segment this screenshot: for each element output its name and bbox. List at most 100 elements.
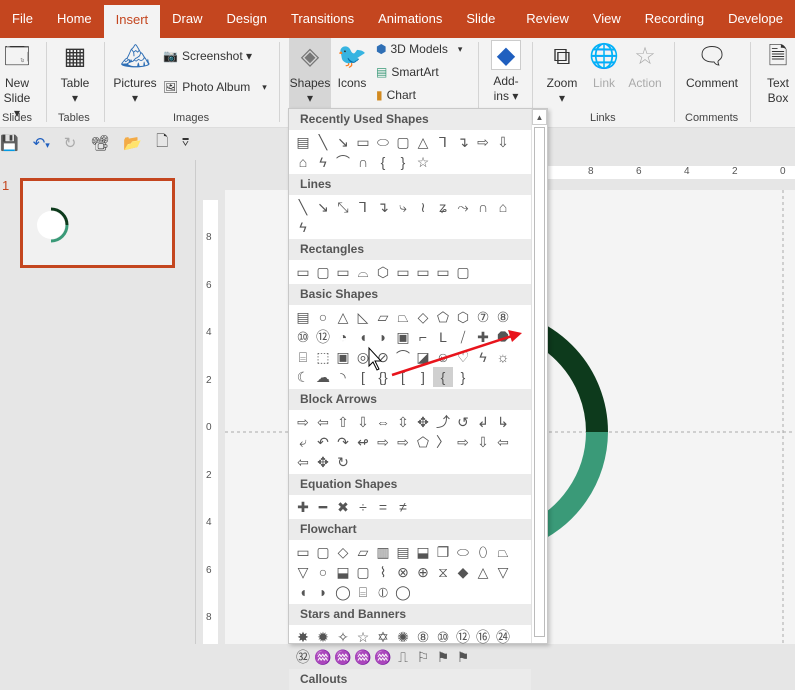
shape-icon[interactable]: ○ [313, 562, 333, 582]
shape-icon[interactable]: ⇳ [393, 412, 413, 432]
shape-icon[interactable]: ⤴ [433, 412, 453, 432]
shape-icon[interactable]: ♒ [313, 647, 333, 667]
shape-icon[interactable]: ⑯ [473, 627, 493, 647]
shape-icon[interactable]: ⏢ [493, 542, 513, 562]
shape-icon[interactable]: ⌇ [373, 562, 393, 582]
shape-icon[interactable]: { [373, 152, 393, 172]
shape-icon[interactable]: ☆ [353, 627, 373, 647]
shape-icon[interactable]: ▣ [333, 347, 353, 367]
shape-icon[interactable]: ☆ [413, 152, 433, 172]
shape-icon[interactable]: ✥ [413, 412, 433, 432]
shape-icon[interactable]: ⇩ [493, 132, 513, 152]
scroll-thumb[interactable] [534, 127, 545, 637]
shape-icon[interactable]: ↲ [473, 412, 493, 432]
shape-icon[interactable]: ╲ [293, 197, 313, 217]
shape-icon[interactable]: ✥ [313, 452, 333, 472]
shape-icon[interactable]: ⦶ [373, 582, 393, 602]
tab-design[interactable]: Design [215, 0, 279, 38]
shape-icon[interactable]: ◖ [353, 327, 373, 347]
shape-icon[interactable]: ⬭ [373, 132, 393, 152]
shape-icon[interactable]: ⑩ [433, 627, 453, 647]
shape-icon[interactable]: ϟ [313, 152, 333, 172]
comment-button[interactable]: 🗨 Comment [682, 42, 742, 91]
shape-icon[interactable]: ▢ [353, 562, 373, 582]
shape-icon[interactable]: ▭ [293, 262, 313, 282]
shape-icon[interactable]: ▽ [293, 562, 313, 582]
shape-icon[interactable]: ∩ [473, 197, 493, 217]
shape-icon[interactable]: ⇨ [373, 432, 393, 452]
shape-icon[interactable]: ⇔ [373, 412, 393, 432]
shape-icon[interactable]: ⤡ [333, 197, 353, 217]
shape-icon[interactable]: ↘ [313, 197, 333, 217]
shape-icon[interactable]: ⧸ [453, 327, 473, 347]
3d-models-button[interactable]: ⬢ 3D Models ▾ [376, 42, 462, 56]
shape-icon[interactable]: △ [333, 307, 353, 327]
shape-icon[interactable]: ◯ [333, 582, 353, 602]
shape-icon[interactable]: ☼ [493, 347, 513, 367]
shape-icon[interactable]: ▽ [493, 562, 513, 582]
shape-icon[interactable]: ⬡ [373, 262, 393, 282]
shape-icon[interactable]: ✹ [313, 627, 333, 647]
pictures-button[interactable]: 🏔 Pictures ▾ [112, 42, 158, 106]
shape-icon[interactable]: ⇨ [393, 432, 413, 452]
shape-icon[interactable]: ϟ [293, 217, 313, 237]
shape-icon[interactable]: ϟ [473, 347, 493, 367]
shape-icon[interactable]: ▢ [313, 262, 333, 282]
shape-icon[interactable]: ↻ [333, 452, 353, 472]
shape-icon[interactable]: } [393, 152, 413, 172]
shape-icon[interactable]: ◯ [393, 582, 413, 602]
shape-icon[interactable]: ⅂ [433, 132, 453, 152]
shape-icon[interactable]: △ [473, 562, 493, 582]
shape-icon[interactable]: ▤ [393, 542, 413, 562]
shape-icon[interactable]: ◗ [373, 327, 393, 347]
shape-icon[interactable]: L [433, 327, 453, 347]
shape-icon[interactable]: ↫ [353, 432, 373, 452]
shape-icon[interactable]: ▣ [393, 327, 413, 347]
shape-icon[interactable]: ≀ [413, 197, 433, 217]
shape-icon[interactable]: ⤷ [393, 197, 413, 217]
shape-icon[interactable]: ▭ [293, 542, 313, 562]
shape-icon[interactable]: ÷ [353, 497, 373, 517]
shape-icon[interactable]: ◎ [353, 347, 373, 367]
table-button[interactable]: ▦ Table ▾ [56, 42, 94, 106]
shape-icon[interactable]: ✖ [333, 497, 353, 517]
shape-icon[interactable]: ⌂ [293, 152, 313, 172]
shape-icon[interactable]: ◺ [353, 307, 373, 327]
shape-icon[interactable]: ⬠ [433, 307, 453, 327]
shape-icon[interactable]: ⤳ [453, 197, 473, 217]
shape-icon[interactable]: ✚ [293, 497, 313, 517]
shape-icon[interactable]: ↺ [453, 412, 473, 432]
shape-icon[interactable]: ⯃ [493, 327, 513, 347]
shape-icon[interactable]: ▱ [353, 542, 373, 562]
shape-icon[interactable]: ⑩ [293, 327, 313, 347]
shape-icon[interactable]: ⅂ [353, 197, 373, 217]
shape-icon[interactable]: ▤ [293, 307, 313, 327]
shape-icon[interactable]: ⇨ [453, 432, 473, 452]
shape-icon[interactable]: ◇ [333, 542, 353, 562]
save-icon[interactable]: 💾 [0, 134, 19, 152]
shape-icon[interactable]: ⇧ [333, 412, 353, 432]
shape-icon[interactable]: ⇦ [493, 432, 513, 452]
shape-icon[interactable]: ◖ [293, 582, 313, 602]
shape-icon[interactable]: ▭ [413, 262, 433, 282]
link-button[interactable]: 🌐 Link [588, 42, 620, 91]
shape-icon[interactable]: ♡ [453, 347, 473, 367]
shape-icon[interactable]: ↘ [333, 132, 353, 152]
shape-icon[interactable]: ⑧ [493, 307, 513, 327]
shape-icon[interactable]: ⚑ [453, 647, 473, 667]
shape-icon[interactable]: ⊗ [393, 562, 413, 582]
shape-icon[interactable]: ↷ [333, 432, 353, 452]
shape-icon[interactable]: ] [413, 367, 433, 387]
new-slide-button[interactable]: 🗔 New Slide ▾ [0, 42, 34, 121]
shape-icon[interactable]: ⊕ [413, 562, 433, 582]
shape-icon[interactable]: ⑧ [413, 627, 433, 647]
add-ins-button[interactable]: ◆ Add-ins ▾ [486, 40, 526, 104]
shape-icon[interactable]: ◪ [413, 347, 433, 367]
chart-button[interactable]: ▮ Chart [376, 88, 416, 102]
shape-icon[interactable]: ⇨ [473, 132, 493, 152]
tab-insert[interactable]: Insert [103, 5, 161, 38]
shape-icon[interactable]: ⌒ [393, 347, 413, 367]
tab-slide-show[interactable]: Slide Show [454, 0, 514, 64]
shape-icon[interactable]: [ [353, 367, 373, 387]
tab-recording[interactable]: Recording [633, 0, 716, 38]
